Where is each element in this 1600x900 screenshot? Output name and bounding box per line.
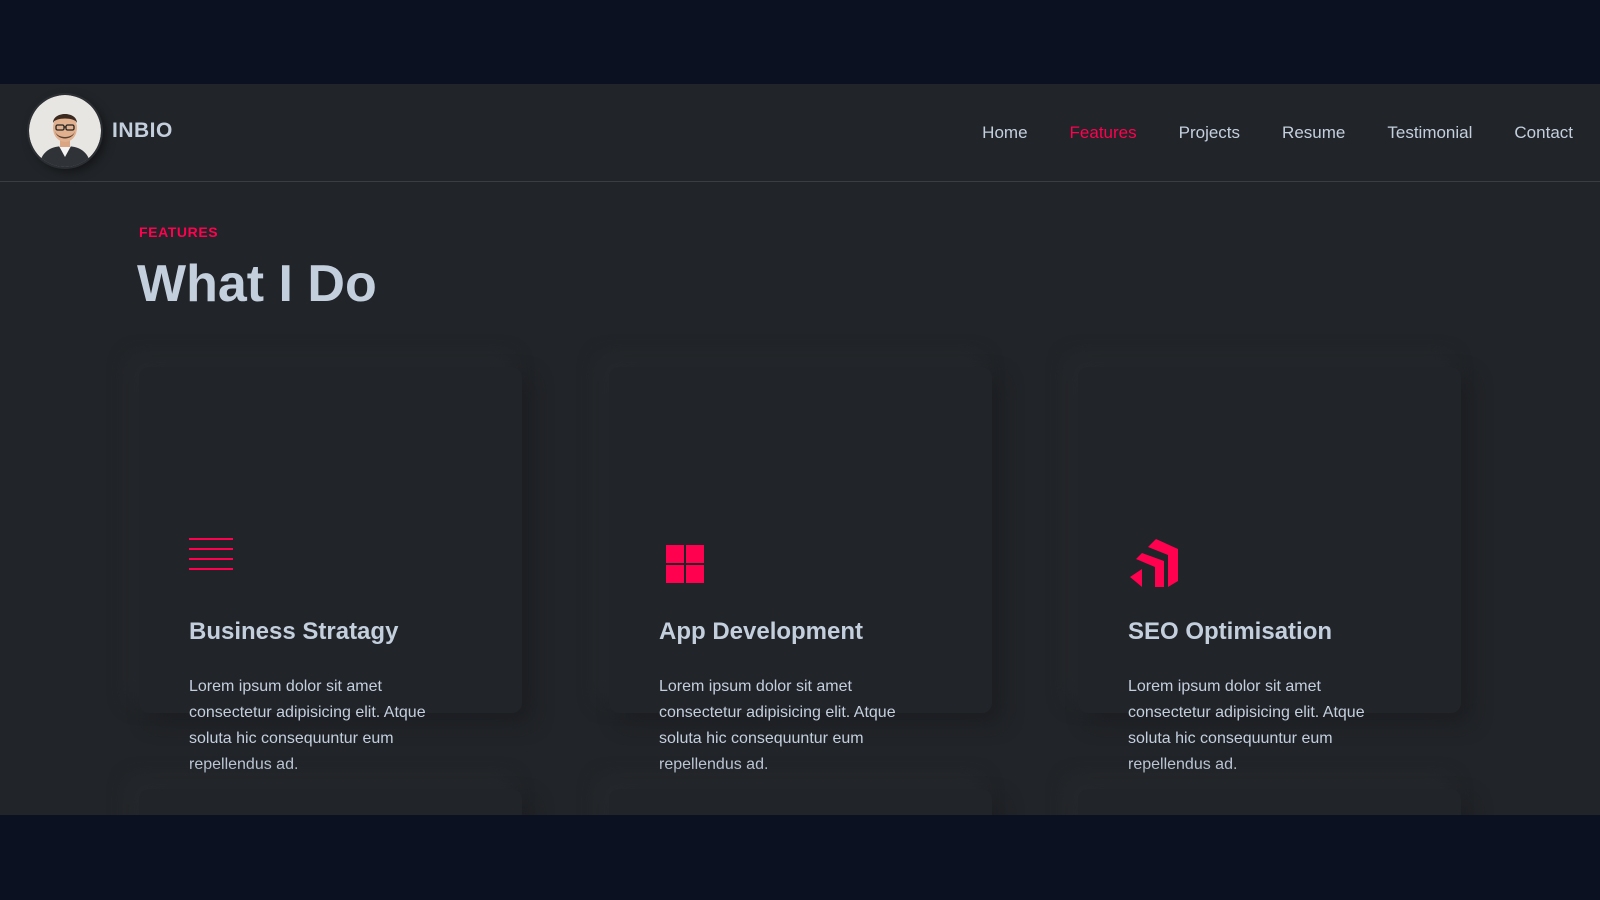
section-title: What I Do xyxy=(137,255,377,313)
feature-card-title: SEO Optimisation xyxy=(1128,618,1333,645)
brand-name: INBIO xyxy=(112,119,173,142)
feature-card-partial xyxy=(609,789,992,815)
grid-icon xyxy=(659,537,711,589)
nav-resume[interactable]: Resume xyxy=(1282,123,1345,143)
feature-card-seo-optimisation[interactable]: SEO Optimisation Lorem ipsum dolor sit a… xyxy=(1078,367,1461,773)
feature-card-app-development[interactable]: App Development Lorem ipsum dolor sit am… xyxy=(609,367,992,773)
nav-home[interactable]: Home xyxy=(982,123,1027,143)
main-nav: Home Features Projects Resume Testimonia… xyxy=(940,84,1573,182)
feature-card-business-strategy[interactable]: Business Stratagy Lorem ipsum dolor sit … xyxy=(139,367,522,773)
arrow-logo-icon xyxy=(1128,537,1180,589)
section-eyebrow: FEATURES xyxy=(139,224,219,240)
nav-contact[interactable]: Contact xyxy=(1514,123,1573,143)
feature-card-text: Lorem ipsum dolor sit amet consectetur a… xyxy=(1128,678,1365,773)
feature-card-partial xyxy=(1078,789,1461,815)
feature-card-partial xyxy=(139,789,522,815)
feature-card-text: Lorem ipsum dolor sit amet consectetur a… xyxy=(659,678,896,773)
person-avatar-icon xyxy=(29,95,101,167)
feature-card-title: App Development xyxy=(659,618,864,645)
nav-projects[interactable]: Projects xyxy=(1179,123,1240,143)
site-header: INBIO Home Features Projects Resume Test… xyxy=(0,84,1600,182)
page-frame: INBIO Home Features Projects Resume Test… xyxy=(0,84,1600,815)
nav-features[interactable]: Features xyxy=(1070,123,1137,143)
brand-logo-link[interactable]: INBIO xyxy=(29,95,173,167)
feature-card-title: Business Stratagy xyxy=(189,618,399,645)
nav-testimonial[interactable]: Testimonial xyxy=(1387,123,1472,143)
feature-card-text: Lorem ipsum dolor sit amet consectetur a… xyxy=(189,678,426,773)
menu-lines-icon xyxy=(189,537,241,589)
